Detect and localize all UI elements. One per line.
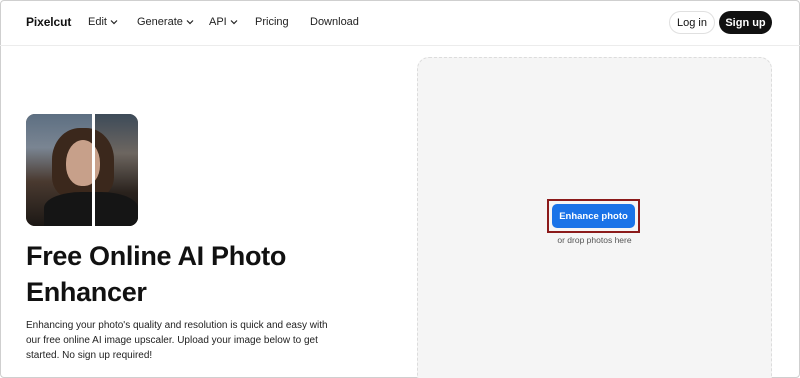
nav-item-label: Download xyxy=(310,16,359,28)
nav-item-label: Edit xyxy=(88,16,107,28)
before-after-portrait-image xyxy=(26,114,138,226)
nav-item-api[interactable]: API xyxy=(209,16,238,28)
nav-item-label: API xyxy=(209,16,227,28)
logo[interactable]: Pixelcut xyxy=(26,15,71,29)
top-nav: Pixelcut Edit Generate API Pricing Downl… xyxy=(0,0,800,46)
login-button[interactable]: Log in xyxy=(669,11,715,34)
nav-item-pricing[interactable]: Pricing xyxy=(255,16,289,28)
chevron-down-icon xyxy=(230,18,238,26)
nav-item-label: Pricing xyxy=(255,16,289,28)
enhance-photo-button[interactable]: Enhance photo xyxy=(552,204,635,228)
comparison-divider xyxy=(92,114,95,226)
hero-description: Enhancing your photo's quality and resol… xyxy=(26,320,328,361)
chevron-down-icon xyxy=(110,18,118,26)
nav-item-generate[interactable]: Generate xyxy=(137,16,194,28)
portrait-shirt xyxy=(44,192,138,226)
drop-hint-text: or drop photos here xyxy=(557,235,632,245)
chevron-down-icon xyxy=(186,18,194,26)
nav-item-edit[interactable]: Edit xyxy=(88,16,118,28)
page-title: Free Online AI Photo Enhancer xyxy=(26,241,287,307)
nav-item-download[interactable]: Download xyxy=(310,16,359,28)
nav-item-label: Generate xyxy=(137,16,183,28)
signup-button[interactable]: Sign up xyxy=(719,11,772,34)
